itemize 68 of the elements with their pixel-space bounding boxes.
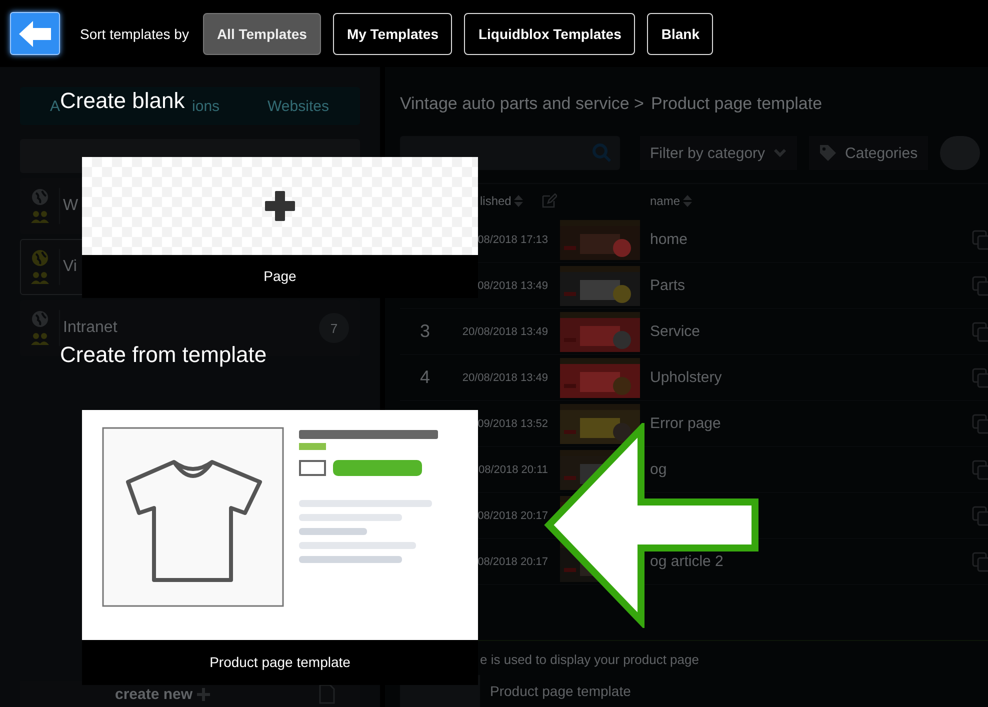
column-header[interactable]: lished xyxy=(480,194,512,208)
card-label: Page xyxy=(262,267,298,286)
template-filter-button[interactable]: My Templates xyxy=(332,12,452,54)
group-icon xyxy=(31,271,49,285)
page-name[interactable]: og article 2 xyxy=(650,553,724,570)
create-new-link[interactable]: create new xyxy=(115,686,193,702)
copy-icon[interactable] xyxy=(972,460,988,480)
breadcrumb-page: Product page template xyxy=(651,93,822,115)
back-button[interactable] xyxy=(10,12,60,55)
group-icon xyxy=(31,332,49,346)
date-cell: 08/2018 20:17 xyxy=(478,510,548,522)
copy-icon[interactable] xyxy=(972,322,988,342)
copy-icon[interactable] xyxy=(972,368,988,388)
template-filter-button[interactable]: Liquidblox Templates xyxy=(464,12,636,54)
template-card[interactable]: Product page template xyxy=(82,410,478,685)
page-name[interactable]: Service xyxy=(650,323,700,340)
copy-icon[interactable] xyxy=(972,230,988,250)
search-icon xyxy=(592,143,612,163)
globe-icon xyxy=(31,249,49,267)
arrow-left-icon xyxy=(17,18,53,48)
chevron-down-icon xyxy=(773,148,788,158)
sort-icon xyxy=(514,194,524,208)
globe-icon xyxy=(31,188,49,206)
page-name[interactable]: og xyxy=(650,461,667,478)
site-name: Vi xyxy=(63,258,77,276)
category-filter-dropdown[interactable]: Filter by category xyxy=(640,136,798,170)
page-name[interactable]: Parts xyxy=(650,277,686,294)
row-number: 4 xyxy=(420,367,430,387)
section-heading: Create blank xyxy=(60,88,185,114)
copy-icon[interactable] xyxy=(972,276,988,296)
globe-icon xyxy=(31,310,49,328)
page-name[interactable]: Upholstery xyxy=(650,369,722,386)
date-cell: 08/2018 20:17 xyxy=(478,556,548,568)
sidebar-tab[interactable]: A xyxy=(50,98,60,114)
page-name[interactable]: home xyxy=(650,231,688,248)
sort-label: Sort templates by xyxy=(80,26,189,42)
site-name: Intranet xyxy=(63,319,118,337)
categories-button[interactable]: Categories xyxy=(809,136,928,170)
template-description: e is used to display your product page xyxy=(479,651,700,667)
card-label: Product page template xyxy=(208,653,352,672)
date-cell: 20/08/2018 13:49 xyxy=(462,372,548,384)
date-cell: 08/2018 20:11 xyxy=(478,464,548,476)
date-cell: 09/2018 13:52 xyxy=(478,418,548,430)
sidebar-tab[interactable]: Websites xyxy=(268,98,329,114)
blank-page-card[interactable]: Page xyxy=(82,157,478,298)
date-cell: 20/08/2018 13:49 xyxy=(462,326,548,338)
copy-icon[interactable] xyxy=(972,552,988,572)
sidebar-tab[interactable]: ions xyxy=(192,98,220,114)
date-cell: 08/2018 13:49 xyxy=(478,280,548,292)
copy-icon[interactable] xyxy=(972,506,988,526)
column-header[interactable]: name xyxy=(650,194,680,208)
breadcrumb-site[interactable]: Vintage auto parts and service > xyxy=(400,89,644,119)
tag-icon xyxy=(819,144,838,162)
count-badge: 7 xyxy=(319,313,349,343)
template-filter-button[interactable]: Blank xyxy=(647,12,714,54)
plus-icon xyxy=(196,688,210,700)
template-name: Product page template xyxy=(490,683,631,699)
pdf-file-icon[interactable] xyxy=(319,684,335,704)
date-cell: 08/2018 17:13 xyxy=(478,234,548,246)
plus-icon xyxy=(264,190,296,222)
sort-icon xyxy=(683,194,692,208)
page-name[interactable]: Error page xyxy=(650,415,721,432)
template-filter-button[interactable]: All Templates xyxy=(202,12,321,54)
row-number: 3 xyxy=(420,321,430,341)
edit-icon xyxy=(542,193,558,208)
copy-icon[interactable] xyxy=(972,414,988,434)
group-icon xyxy=(31,210,49,224)
site-name: W xyxy=(63,197,78,215)
